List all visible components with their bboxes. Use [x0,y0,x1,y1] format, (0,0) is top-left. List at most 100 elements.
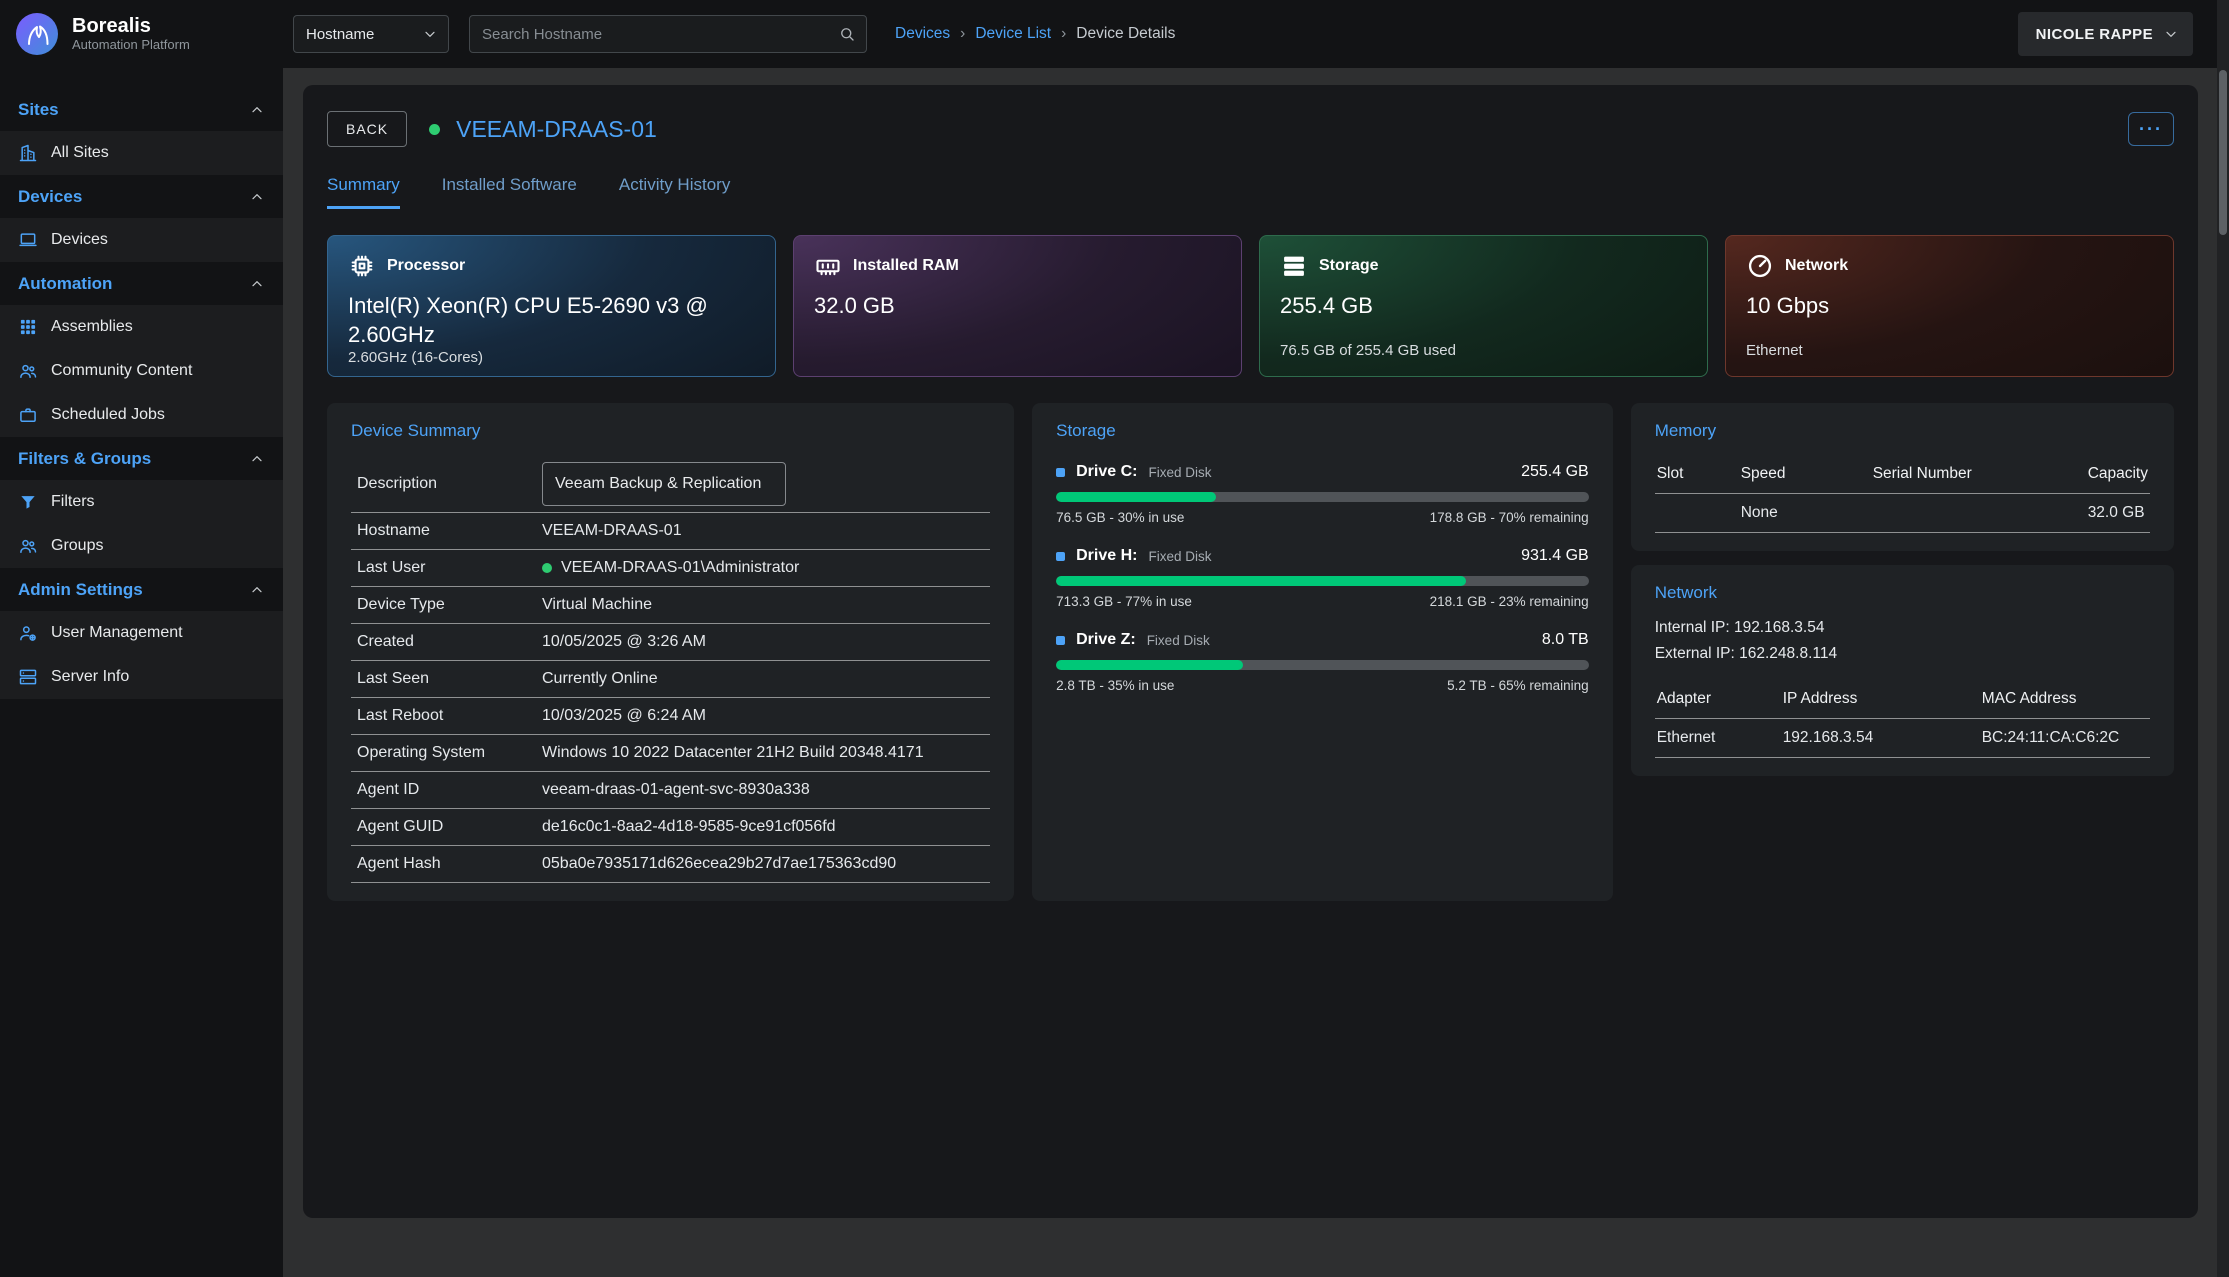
search-box [469,15,867,53]
drive-remaining-label: 218.1 GB - 23% remaining [1430,594,1589,609]
sidebar-section-automation[interactable]: Automation [0,262,283,305]
section-label: Filters & Groups [18,449,151,469]
stat-title: Storage [1319,257,1379,275]
brand-text: Borealis Automation Platform [72,15,190,53]
stat-title: Processor [387,257,465,275]
back-button[interactable]: BACK [327,111,407,147]
drive-used-label: 2.8 TB - 35% in use [1056,678,1174,693]
sidebar-section-admin-settings[interactable]: Admin Settings [0,568,283,611]
sidebar-item-user-management[interactable]: User Management [0,611,283,655]
tab-summary[interactable]: Summary [327,175,400,209]
summary-row-last-user: Last User VEEAM-DRAAS-01\Administrator [351,550,990,587]
brand-logo[interactable] [14,11,60,57]
sidebar-section-filters-groups[interactable]: Filters & Groups [0,437,283,480]
column-header: MAC Address [1982,690,2148,708]
search-icon [838,25,856,43]
sidebar-item-filters[interactable]: Filters [0,480,283,524]
sidebar-item-community-content[interactable]: Community Content [0,349,283,393]
row-label: Last Reboot [357,707,542,725]
sidebar-item-server-info[interactable]: Server Info [0,655,283,699]
brand-subtitle: Automation Platform [72,38,190,53]
network-ip-block: Internal IP: 192.168.3.54 External IP: 1… [1655,615,2150,666]
stat-cards-row: Processor Intel(R) Xeon(R) CPU E5-2690 v… [327,235,2174,377]
scrollbar[interactable] [2217,0,2229,1277]
card-title: Network [1655,583,2150,603]
tab-activity-history[interactable]: Activity History [619,175,730,209]
stat-subtitle: 76.5 GB of 255.4 GB used [1280,342,1687,360]
sidebar-item-devices[interactable]: Devices [0,218,283,262]
hostname-select[interactable]: Hostname [293,15,449,53]
tab-installed-software[interactable]: Installed Software [442,175,577,209]
laptop-icon [18,230,38,250]
people-icon [18,361,38,381]
row-label: Hostname [357,522,542,540]
row-label: Last Seen [357,670,542,688]
summary-row-device-type: Device Type Virtual Machine [351,587,990,624]
drive-size: 8.0 TB [1542,631,1589,649]
device-summary-card: Device Summary Description Hostname VEEA… [327,403,1014,901]
row-label: Device Type [357,596,542,614]
memory-table-header: Slot Speed Serial Number Capacity [1655,455,2150,494]
brand: Borealis Automation Platform [0,0,283,68]
sidebar-item-label: Assemblies [51,318,133,336]
drive-bullet-icon [1056,636,1065,645]
briefcase-icon [18,405,38,425]
device-title: VEEAM-DRAAS-01 [456,116,657,143]
drive-used-label: 76.5 GB - 30% in use [1056,510,1184,525]
stat-card-storage: Storage 255.4 GB 76.5 GB of 255.4 GB use… [1259,235,1708,377]
drive-type: Fixed Disk [1148,549,1211,564]
online-dot [542,563,552,573]
memory-table-row: None 32.0 GB [1655,494,2150,533]
row-value: 10/03/2025 @ 6:24 AM [542,707,706,725]
row-value: Windows 10 2022 Datacenter 21H2 Build 20… [542,744,924,762]
sidebar-item-groups[interactable]: Groups [0,524,283,568]
summary-row-agent-hash: Agent Hash 05ba0e7935171d626ecea29b27d7a… [351,846,990,883]
stat-value: Intel(R) Xeon(R) CPU E5-2690 v3 @ 2.60GH… [348,292,743,349]
network-external-ip: External IP: 162.248.8.114 [1655,641,2150,667]
row-value: VEEAM-DRAAS-01 [542,522,682,540]
cpu-icon [348,252,376,280]
grid-icon [18,317,38,337]
description-input[interactable] [542,462,786,506]
memory-icon [814,252,842,280]
sidebar-section-sites[interactable]: Sites [0,88,283,131]
search-input[interactable] [482,26,838,43]
chevron-up-icon [249,276,265,292]
user-menu-button[interactable]: NICOLE RAPPE [2018,12,2193,56]
sidebar-item-scheduled-jobs[interactable]: Scheduled Jobs [0,393,283,437]
sidebar-item-assemblies[interactable]: Assemblies [0,305,283,349]
row-value: veeam-draas-01-agent-svc-8930a338 [542,781,810,799]
summary-row-hostname: Hostname VEEAM-DRAAS-01 [351,513,990,550]
main-content: BACK VEEAM-DRAAS-01 ··· Summary Installe… [283,68,2229,1277]
cell-speed: None [1741,504,1873,522]
summary-row-created: Created 10/05/2025 @ 3:26 AM [351,624,990,661]
summary-row-agent-id: Agent ID veeam-draas-01-agent-svc-8930a3… [351,772,990,809]
column-header: Serial Number [1873,465,2088,483]
drive-usage-fill [1056,492,1216,502]
row-label: Operating System [357,744,542,762]
row-value: 05ba0e7935171d626ecea29b27d7ae175363cd90 [542,855,896,873]
server-icon [18,667,38,687]
drive-type: Fixed Disk [1148,465,1211,480]
sidebar: Sites All Sites Devices Devices Automati… [0,68,283,1277]
drive-name: Drive H: [1076,547,1137,565]
breadcrumb-link-device-list[interactable]: Device List [975,25,1051,43]
stat-value: 10 Gbps [1746,292,2141,321]
more-options-button[interactable]: ··· [2128,112,2174,146]
sidebar-item-label: Groups [51,537,103,555]
network-table-header: Adapter IP Address MAC Address [1655,680,2150,719]
row-value: de16c0c1-8aa2-4d18-9585-9ce91cf056fd [542,818,836,836]
column-header: Speed [1741,465,1873,483]
user-menu-label: NICOLE RAPPE [2036,26,2153,43]
sidebar-section-devices[interactable]: Devices [0,175,283,218]
network-card: Network Internal IP: 192.168.3.54 Extern… [1631,565,2174,776]
breadcrumb-link-devices[interactable]: Devices [895,25,950,43]
drive-usage-bar [1056,576,1589,586]
scrollbar-thumb[interactable] [2219,70,2227,235]
device-header: BACK VEEAM-DRAAS-01 ··· [327,111,2174,147]
column-header: IP Address [1783,690,1982,708]
more-options-icon: ··· [2139,119,2163,140]
stat-card-network: Network 10 Gbps Ethernet [1725,235,2174,377]
sidebar-item-all-sites[interactable]: All Sites [0,131,283,175]
drive-list: Drive C: Fixed Disk 255.4 GB 76.5 GB - 3… [1056,463,1589,693]
